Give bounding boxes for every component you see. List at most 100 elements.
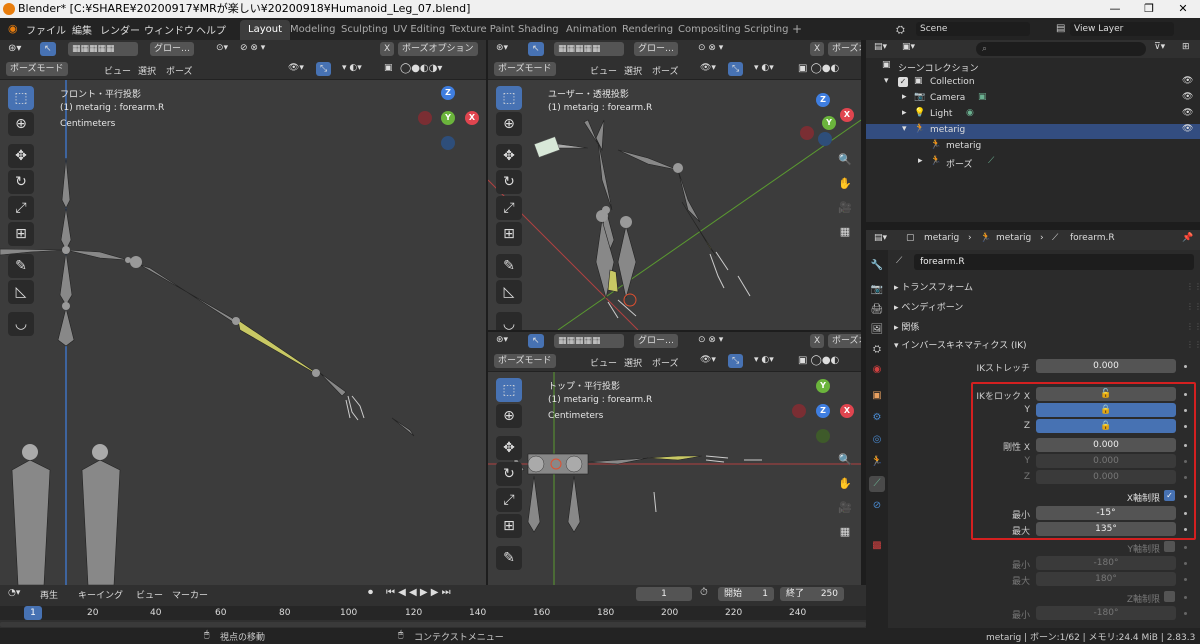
drag-handle-icon[interactable]: ⋮⋮ xyxy=(1186,282,1200,291)
outliner-scene-collection[interactable]: ▣ シーンコレクション xyxy=(866,60,1200,75)
menu-keying[interactable]: キーイング xyxy=(78,588,123,601)
cursor-tool[interactable]: ⊕ xyxy=(496,112,522,136)
checkbox-icon[interactable]: ✓ xyxy=(898,77,908,87)
rest-tool[interactable]: ◡ xyxy=(496,312,522,330)
gizmo-neg-z[interactable] xyxy=(818,132,832,146)
object-data-tab-icon[interactable]: 🏃 xyxy=(869,454,885,470)
menu-marker[interactable]: マーカー xyxy=(172,588,208,601)
outliner-editor-icon[interactable]: ▤▾ xyxy=(874,42,887,52)
cursor-tool[interactable]: ⊕ xyxy=(8,112,34,136)
gizmo-neg-x[interactable] xyxy=(792,404,806,418)
playback-controls[interactable]: ⏮ ◀ ◀ ▶ ▶ ⏭ xyxy=(386,587,451,598)
keyframe-dot[interactable] xyxy=(1184,444,1187,447)
gizmo-y-axis[interactable]: Y xyxy=(822,116,836,130)
move-tool[interactable]: ✥ xyxy=(8,144,34,168)
expand-icon[interactable]: ▸ xyxy=(902,108,907,118)
record-button[interactable]: ⏺ xyxy=(368,587,373,598)
frame-start-field[interactable]: 開始 1 xyxy=(718,587,774,601)
y-limit-checkbox[interactable] xyxy=(1164,541,1175,552)
rotate-tool[interactable]: ↻ xyxy=(496,170,522,194)
z-limit-checkbox[interactable] xyxy=(1164,591,1175,602)
pan-hand-icon[interactable]: ✋ xyxy=(835,174,855,194)
expand-icon[interactable]: ▾ xyxy=(884,76,889,86)
lock-x-toggle[interactable]: 🔓 xyxy=(1036,387,1176,401)
annotate-tool[interactable]: ✎ xyxy=(496,546,522,570)
menu-view[interactable]: ビュー xyxy=(136,588,163,601)
gizmo-z-axis[interactable]: Z xyxy=(441,86,455,100)
keyframe-dot[interactable] xyxy=(1184,528,1187,531)
modifier-tab-icon[interactable]: ⚙ xyxy=(869,410,885,426)
zoom-icon[interactable]: 🔍 xyxy=(835,150,855,170)
expand-icon[interactable]: ▾ xyxy=(902,124,907,134)
lock-z-toggle[interactable]: 🔒 xyxy=(1036,419,1176,433)
keyframe-dot[interactable] xyxy=(1184,578,1187,581)
stiffness-y-field[interactable]: 0.000 xyxy=(1036,454,1176,468)
gizmo-neg-x[interactable] xyxy=(800,126,814,140)
keyframe-dot[interactable] xyxy=(1184,562,1187,565)
x-limit-checkbox[interactable]: ✓ xyxy=(1164,490,1175,501)
select-box-tool[interactable]: ⬚ xyxy=(496,86,522,110)
timeline-editor-icon[interactable]: ◔▾ xyxy=(8,588,20,598)
viewport-front[interactable]: ⊛▾ ↖ ▦▦▦▦▦ グロー… ⊙▾ ⊘ ⊗ ▾ X ポーズオプション ポーズモ… xyxy=(0,40,486,585)
gizmo-y-axis[interactable]: Y xyxy=(816,379,830,393)
blender-menu-icon[interactable]: ◉ xyxy=(8,22,18,35)
expand-icon[interactable]: ▸ xyxy=(918,156,923,166)
outliner-collection[interactable]: ▾ ✓ ▣ Collection 👁 xyxy=(866,76,1200,91)
camera-view-icon[interactable]: 🎥 xyxy=(835,498,855,518)
outliner-search-input[interactable]: ⌕ xyxy=(976,42,1146,56)
move-tool[interactable]: ✥ xyxy=(496,436,522,460)
rest-tool[interactable]: ◡ xyxy=(8,312,34,336)
keyframe-dot[interactable] xyxy=(1184,512,1187,515)
object-tab-icon[interactable]: ▣ xyxy=(869,388,885,404)
view-layer-selector[interactable]: View Layer xyxy=(1070,22,1174,36)
transform-tool[interactable]: ⊞ xyxy=(496,222,522,246)
bone-tab-icon[interactable]: ⟋ xyxy=(869,476,885,492)
keyframe-dot[interactable] xyxy=(1184,393,1187,396)
world-tab-icon[interactable]: ◉ xyxy=(869,362,885,378)
new-collection-icon[interactable]: ⊞ xyxy=(1182,42,1190,52)
outliner-light[interactable]: ▸ 💡 Light ◉ 👁 xyxy=(866,108,1200,123)
select-box-tool[interactable]: ⬚ xyxy=(8,86,34,110)
lock-y-toggle[interactable]: 🔒 xyxy=(1036,403,1176,417)
menu-window[interactable]: ウィンドウ xyxy=(144,22,194,37)
gizmo-x-axis[interactable]: X xyxy=(840,108,854,122)
annotate-tool[interactable]: ✎ xyxy=(496,254,522,278)
filter-icon[interactable]: ⊽▾ xyxy=(1154,42,1165,52)
expand-icon[interactable]: ▸ xyxy=(902,92,907,102)
gizmo-z-axis[interactable]: Z xyxy=(816,404,830,418)
view-layer-icon[interactable]: ▤ xyxy=(1056,23,1065,34)
visibility-eye-icon[interactable]: 👁 xyxy=(1182,124,1193,134)
transform-tool[interactable]: ⊞ xyxy=(8,222,34,246)
stiffness-x-field[interactable]: 0.000 xyxy=(1036,438,1176,452)
outliner-pose[interactable]: ▸ 🏃 ポーズ ⟋ xyxy=(866,156,1200,171)
drag-handle-icon[interactable]: ⋮⋮ xyxy=(1186,322,1200,331)
physics-tab-icon[interactable]: ◎ xyxy=(869,432,885,448)
section-relations[interactable]: ▸ 関係 xyxy=(894,320,919,333)
keyframe-dot[interactable] xyxy=(1184,460,1187,463)
add-workspace-icon[interactable]: + xyxy=(792,22,802,36)
clock-icon[interactable]: ⏱ xyxy=(700,587,708,598)
timeline-scrollbar[interactable] xyxy=(0,622,866,627)
frame-end-field[interactable]: 終了 250 xyxy=(780,587,844,601)
menu-render[interactable]: レンダー xyxy=(100,22,140,37)
keyframe-dot[interactable] xyxy=(1184,596,1187,599)
measure-tool[interactable]: ◺ xyxy=(496,280,522,304)
zoom-icon[interactable]: 🔍 xyxy=(835,450,855,470)
tab-scripting[interactable]: Scripting xyxy=(736,20,796,40)
outliner-metarig[interactable]: ▾ 🏃 metarig 👁 xyxy=(866,124,1200,139)
camera-view-icon[interactable]: 🎥 xyxy=(835,198,855,218)
section-transform[interactable]: ▸ トランスフォーム xyxy=(894,280,973,293)
keyframe-dot[interactable] xyxy=(1184,409,1187,412)
ortho-grid-icon[interactable]: ▦ xyxy=(835,522,855,542)
keyframe-dot[interactable] xyxy=(1184,476,1187,479)
scene-selector[interactable]: Scene xyxy=(916,22,1030,36)
drag-handle-icon[interactable]: ⋮⋮ xyxy=(1186,302,1200,311)
viewport-top[interactable]: ⊛▾ ↖ ▦▦▦▦▦ グロー… ⊙ ⊗ ▾ X ポーズオプション ポーズモード … xyxy=(488,332,861,585)
gizmo-z-axis[interactable]: Z xyxy=(816,93,830,107)
menu-file[interactable]: ファイル xyxy=(26,22,66,37)
gizmo-y-axis[interactable]: Y xyxy=(441,111,455,125)
x-min-field[interactable]: -15° xyxy=(1036,506,1176,520)
menu-edit[interactable]: 編集 xyxy=(72,22,92,37)
current-frame-field[interactable]: 1 xyxy=(636,587,692,601)
outliner-camera[interactable]: ▸ 📷 Camera ▣ 👁 xyxy=(866,92,1200,107)
